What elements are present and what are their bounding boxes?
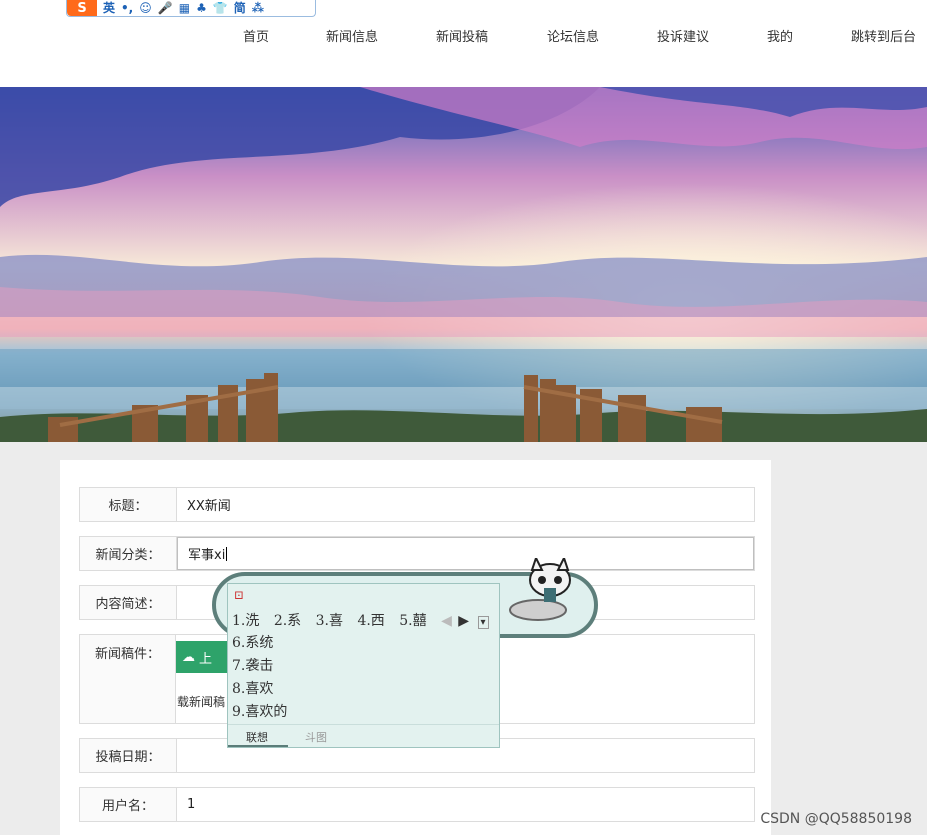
ime-tabs: 联想 斗图 [228,724,499,747]
ime-simplified-toggle[interactable]: 简 [234,1,246,15]
active-tab-indicator [228,745,288,747]
title-input[interactable]: XX新闻 [177,488,754,521]
category-input[interactable]: 军事xi [177,537,754,570]
ime-pinyin-icon: ⊡ [234,588,245,602]
candidate-6[interactable]: 6.系统 [232,632,287,655]
candidate-8[interactable]: 8.喜欢 [232,678,287,701]
user-input[interactable]: 1 [177,788,754,821]
keyboard-icon[interactable]: ▦ [179,1,190,15]
category-row: 新闻分类： 军事xi [79,536,755,571]
candidate-row: 1.洗 2.系 3.喜 4.西 5.囍 ◀ ▶ ▾ [232,610,499,630]
title-label: 标题： [80,488,177,521]
nav-admin[interactable]: 跳转到后台 [851,26,916,45]
candidate-page-prev-icon[interactable]: ◀ [441,613,452,629]
emoji-icon[interactable]: ☺ [139,1,152,15]
candidate-3[interactable]: 3.喜 [316,613,343,629]
candidate-list: 6.系统 7.袭击 8.喜欢 9.喜欢的 [232,632,287,724]
candidate-5[interactable]: 5.囍 [399,613,426,629]
ime-tab-meme[interactable]: 斗图 [305,729,327,745]
ime-tools-icon[interactable]: ⁂ [252,1,264,15]
text-cursor [226,546,228,561]
candidate-4[interactable]: 4.西 [357,613,384,629]
ime-tab-association[interactable]: 联想 [246,729,268,745]
candidate-7[interactable]: 7.袭击 [232,655,287,678]
download-manuscript-link[interactable]: 载新闻稿 [177,693,225,710]
candidate-2[interactable]: 2.系 [274,613,301,629]
nav-news-submit[interactable]: 新闻投稿 [436,26,488,45]
hero-banner-image [0,87,927,442]
watermark: CSDN @QQ58850198 [760,811,912,827]
candidate-expand-icon[interactable]: ▾ [477,616,489,629]
main-nav: 首页 新闻信息 新闻投稿 论坛信息 投诉建议 我的 跳转到后台 [0,26,927,46]
title-row: 标题： XX新闻 [79,487,755,522]
sogou-logo-icon[interactable]: S [67,0,97,16]
nav-mine[interactable]: 我的 [767,26,793,45]
microphone-icon[interactable]: 🎤 [158,1,173,15]
user-label: 用户名： [80,788,177,821]
cloud-upload-icon: ☁ [182,649,195,665]
date-label: 投稿日期： [80,739,177,772]
nav-complaints[interactable]: 投诉建议 [657,26,709,45]
nav-news-info[interactable]: 新闻信息 [326,26,378,45]
candidate-9[interactable]: 9.喜欢的 [232,701,287,724]
candidate-1[interactable]: 1.洗 [232,613,259,629]
nav-forum[interactable]: 论坛信息 [547,26,599,45]
ime-punctuation-toggle[interactable]: •, [121,1,133,15]
ime-language-toggle[interactable]: 英 [103,1,115,15]
skin-icon[interactable]: 👕 [213,1,228,15]
ime-candidate-panel: ⊡ 1.洗 2.系 3.喜 4.西 5.囍 ◀ ▶ ▾ 6.系统 7.袭击 8.… [227,583,500,748]
category-value: 军事xi [188,548,226,563]
top-bar: S 英 •, ☺ 🎤 ▦ ♣ 👕 简 ⁂ 首页 新闻信息 新闻投稿 论坛信息 投… [0,0,927,87]
manuscript-label: 新闻稿件： [80,635,176,723]
candidate-page-next-icon[interactable]: ▶ [458,613,469,629]
user-icon[interactable]: ♣ [196,1,207,15]
nav-home[interactable]: 首页 [243,26,269,45]
summary-label: 内容简述： [80,586,177,619]
ime-mascot-icon [509,558,571,621]
user-row: 用户名： 1 [79,787,755,822]
category-label: 新闻分类： [80,537,177,570]
ime-toolbar: S 英 •, ☺ 🎤 ▦ ♣ 👕 简 ⁂ [66,0,316,17]
